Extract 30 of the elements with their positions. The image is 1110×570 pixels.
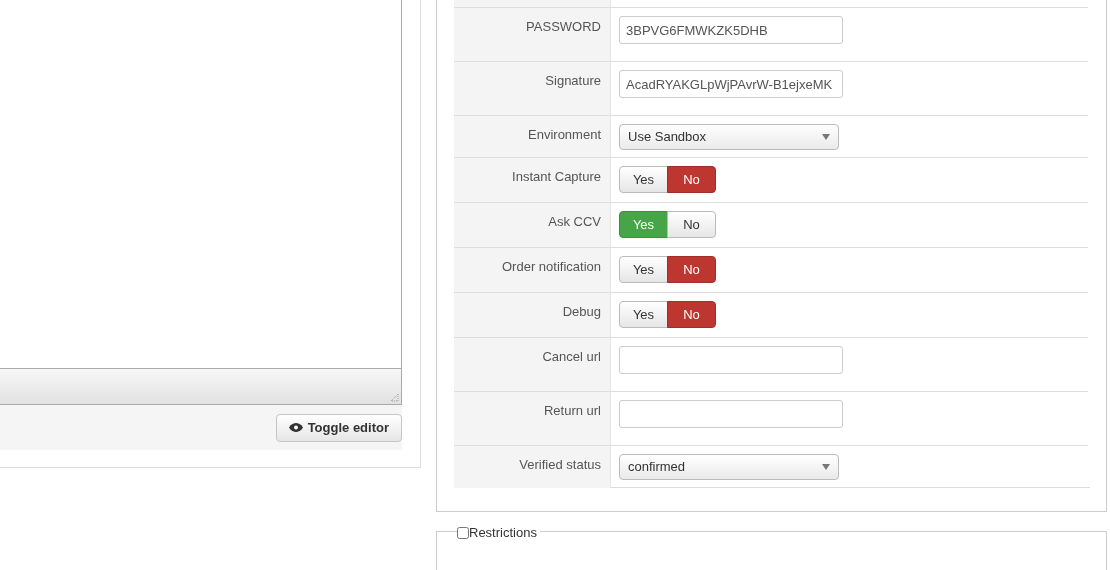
field-label: Verified status: [519, 456, 601, 474]
toggle-editor-button[interactable]: Toggle editor: [275, 413, 402, 442]
field-label: Environment: [528, 126, 601, 144]
field-label: Debug: [562, 303, 601, 321]
caret-icon: [822, 464, 830, 470]
caret-icon: [822, 134, 830, 140]
toggle-option[interactable]: No: [667, 166, 716, 193]
toggle-option[interactable]: No: [667, 301, 716, 328]
text-field[interactable]: [619, 346, 843, 374]
field-label: Signature: [545, 72, 601, 90]
field-label: PASSWORD: [526, 18, 601, 36]
toggle-option[interactable]: Yes: [619, 256, 668, 283]
field-label: Cancel url: [542, 348, 601, 366]
eye-icon: [288, 423, 303, 432]
text-field[interactable]: [619, 400, 843, 428]
restrictions-checkbox[interactable]: [457, 526, 469, 539]
toggle-option[interactable]: Yes: [619, 166, 668, 193]
field-label: Return url: [543, 402, 601, 420]
restrictions-legend: Restrictions: [469, 522, 537, 543]
select-dropdown[interactable]: confirmed: [619, 454, 839, 480]
text-field[interactable]: 3BPVG6FMWKZK5DHB: [619, 16, 843, 44]
field-label: Instant Capture: [512, 168, 601, 186]
toggle-option[interactable]: No: [667, 256, 716, 283]
resize-grip-icon[interactable]: [390, 393, 399, 402]
text-field[interactable]: AcadRYAKGLpWjPAvrW-B1ejxeMK: [619, 70, 843, 98]
toggle-option[interactable]: No: [667, 211, 716, 238]
select-dropdown[interactable]: Use Sandbox: [619, 124, 839, 150]
toggle-option[interactable]: Yes: [619, 301, 668, 328]
field-label: Ask CCV: [548, 213, 601, 231]
field-label: Order notification: [502, 258, 601, 276]
